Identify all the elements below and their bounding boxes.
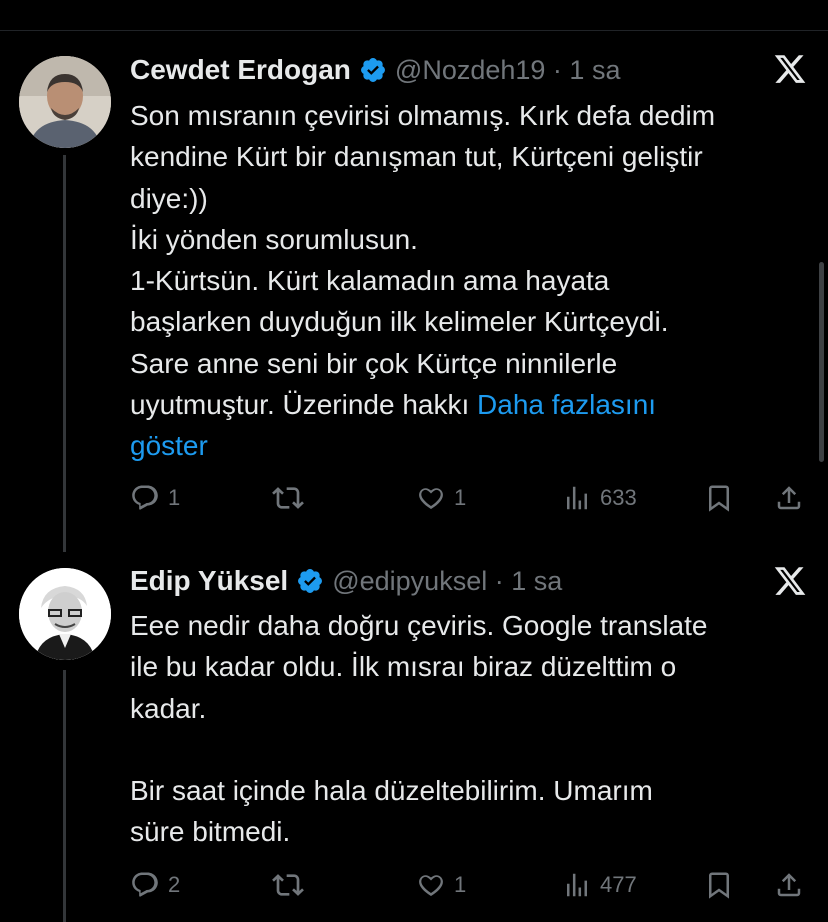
like-count: 1	[454, 872, 467, 897]
tweet-text: Son mısranın çevirisi olmamış. Kırk defa…	[130, 95, 810, 467]
tweet-text-line: diye:))	[130, 182, 208, 214]
verified-badge-icon	[359, 56, 387, 84]
like-icon	[419, 875, 443, 896]
share-button[interactable]	[774, 865, 804, 905]
tweet-actions: 2 1 477	[130, 865, 810, 905]
top-divider	[0, 30, 828, 31]
thread-connector-line	[63, 155, 66, 552]
reply-button[interactable]: 2	[130, 865, 180, 905]
thread-connector-line	[63, 670, 66, 922]
author-handle-time[interactable]: @Nozdeh19 · 1 sa	[395, 55, 621, 86]
x-logo-icon[interactable]	[772, 564, 810, 600]
tweet-text-line: süre bitmedi.	[130, 816, 291, 848]
tweet-header: Edip Yüksel @edipyuksel · 1 sa	[130, 563, 562, 599]
show-more-link[interactable]: Daha fazlasını	[477, 389, 656, 420]
author-name[interactable]: Cewdet Erdogan	[130, 54, 351, 86]
retweet-icon	[272, 487, 304, 509]
tweet-text-line: başlarken duyduğun ilk kelimeler Kürtçey…	[130, 306, 669, 338]
tweet-text-line: Sare anne seni bir çok Kürtçe ninnilerle	[130, 347, 618, 379]
views-count: 477	[600, 872, 637, 897]
tweet-header: Cewdet Erdogan @Nozdeh19 · 1 sa	[130, 52, 620, 88]
tweet-text-line: 1-Kürtsün. Kürt kalamadın ama hayata	[130, 265, 610, 297]
reply-icon	[132, 485, 158, 510]
like-icon	[419, 488, 443, 509]
tweet-text-line: İki yönden sorumlusun.	[130, 223, 418, 255]
reply-count: 2	[168, 872, 181, 897]
views-icon	[567, 486, 587, 510]
bookmark-icon	[709, 872, 729, 899]
retweet-icon	[272, 874, 304, 896]
tweet-text-line: ile bu kadar oldu. İlk mısraı biraz düze…	[130, 651, 677, 683]
tweet-text-line: Eee nedir daha doğru çeviris. Google tra…	[130, 610, 708, 641]
reply-button[interactable]: 1	[130, 478, 180, 518]
share-icon	[777, 486, 801, 510]
author-name[interactable]: Edip Yüksel	[130, 565, 288, 597]
tweet-text-line: Bir saat içinde hala düzeltebilirim. Uma…	[130, 775, 653, 807]
like-button[interactable]: 1	[416, 865, 466, 905]
tweet-text-line: kadar.	[130, 692, 207, 724]
x-logo-icon[interactable]	[772, 52, 810, 88]
verified-badge-icon	[296, 567, 324, 595]
share-icon	[777, 873, 801, 897]
bookmark-button[interactable]	[704, 478, 734, 518]
views-icon	[567, 873, 587, 897]
views-count: 633	[600, 485, 637, 510]
views-button[interactable]: 633	[562, 478, 637, 518]
reply-count: 1	[168, 485, 181, 510]
author-handle-time[interactable]: @edipyuksel · 1 sa	[332, 566, 562, 597]
tweet-text-line: uyutmuştur. Üzerinde hakkı Daha fazlasın…	[130, 384, 810, 425]
tweet-text-fragment: uyutmuştur. Üzerinde hakkı	[130, 389, 478, 421]
avatar[interactable]	[19, 56, 111, 148]
scrollbar[interactable]	[819, 262, 824, 462]
share-button[interactable]	[774, 478, 804, 518]
retweet-button[interactable]	[272, 478, 304, 518]
like-count: 1	[454, 485, 467, 510]
views-button[interactable]: 477	[562, 865, 637, 905]
retweet-button[interactable]	[272, 865, 304, 905]
like-button[interactable]: 1	[416, 478, 466, 518]
tweet-text-line: Son mısranın çevirisi olmamış. Kırk defa…	[130, 100, 716, 131]
tweet-text-line: kendine Kürt bir danışman tut, Kürtçeni …	[130, 141, 703, 173]
avatar[interactable]	[19, 568, 111, 660]
tweet-actions: 1 1 633	[130, 478, 810, 518]
bookmark-button[interactable]	[704, 865, 734, 905]
reply-icon	[132, 872, 158, 897]
show-more-link[interactable]: göster	[130, 425, 810, 466]
bookmark-icon	[709, 485, 729, 512]
tweet-text: Eee nedir daha doğru çeviris. Google tra…	[130, 605, 810, 853]
